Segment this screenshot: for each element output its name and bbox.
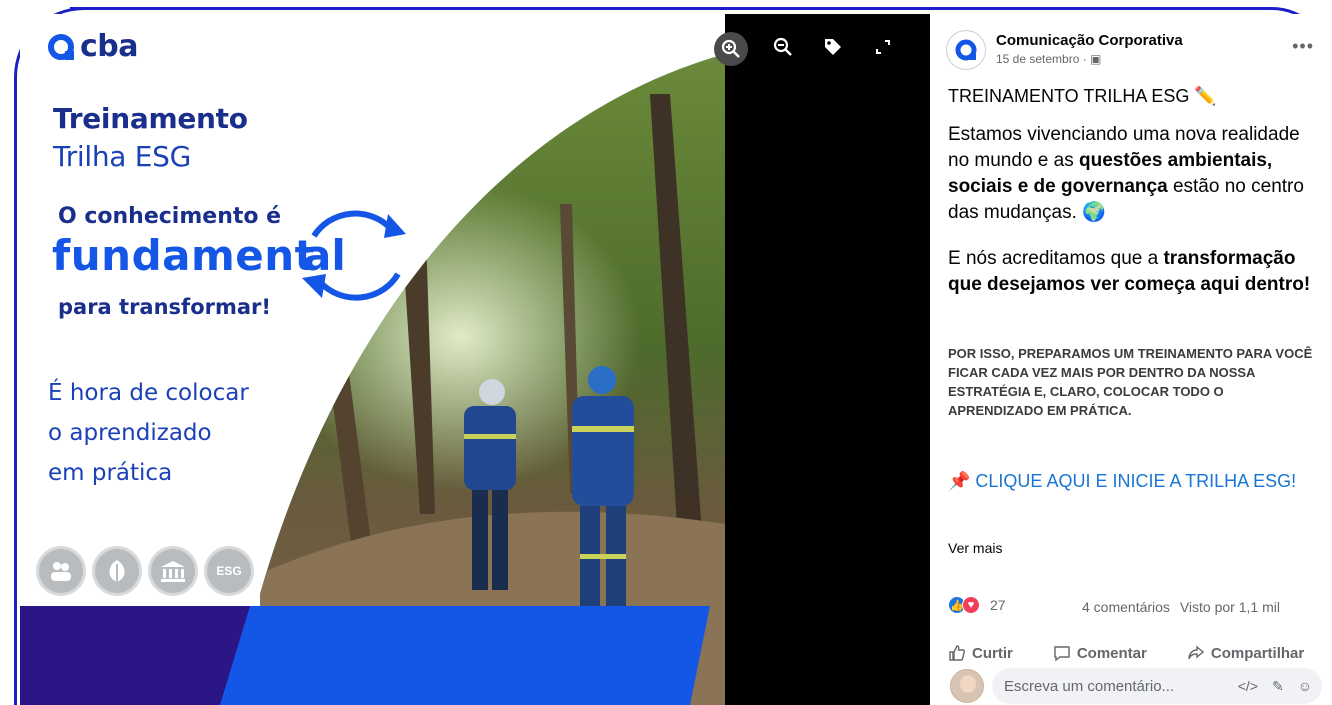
comments-count-link[interactable]: 4 comentários [1082, 599, 1170, 615]
comment-composer: Escreva um comentário... </> ✎ ☺ [950, 668, 1322, 704]
post-title: TREINAMENTO TRILHA ESG ✏️ [948, 86, 1217, 106]
share-icon [1188, 645, 1204, 660]
fullscreen-icon [876, 40, 890, 54]
post-meta: 15 de setembro · ▣ [996, 52, 1183, 66]
like-label: Curtir [972, 644, 1013, 662]
zoom-in-button[interactable] [714, 32, 748, 66]
like-button[interactable]: Curtir [948, 644, 1013, 662]
slogan-line-3: para transformar! [58, 295, 271, 319]
leaf-icon [92, 546, 142, 596]
engagement-counts: 4 comentários Visto por 1,1 mil [1082, 599, 1280, 615]
code-icon[interactable]: </> [1238, 678, 1258, 695]
company-icon: ▣ [1090, 52, 1102, 66]
thumbs-up-icon [949, 645, 965, 661]
image-body-line: o aprendizado [48, 420, 212, 446]
blue-band [220, 606, 710, 705]
image-body-line: em prática [48, 460, 173, 486]
comment-placeholder: Escreva um comentário... [1004, 677, 1175, 695]
comment-button[interactable]: Comentar [1053, 644, 1147, 662]
photo-viewer: cba Treinamento Trilha ESG O conheciment… [20, 14, 930, 705]
zoom-in-icon [721, 39, 740, 58]
tag-icon [825, 39, 841, 55]
emoji-icon[interactable]: ☺ [1298, 678, 1312, 695]
comment-icon [1054, 646, 1070, 662]
share-button[interactable]: Compartilhar [1187, 644, 1304, 662]
slogan-line-1: O conhecimento é [58, 204, 282, 229]
cycle-arrows-icon [302, 210, 406, 301]
more-options-icon[interactable]: ••• [1292, 36, 1314, 57]
post-panel: Comunicação Corporativa 15 de setembro ·… [930, 14, 1332, 705]
user-avatar[interactable] [950, 669, 984, 703]
share-label: Compartilhar [1210, 644, 1305, 662]
esg-pillars: ESG [36, 546, 254, 596]
comment-label: Comentar [1076, 644, 1147, 662]
cba-logo-icon [48, 33, 74, 60]
cba-logo-icon [955, 39, 977, 61]
meta-separator: · [1082, 52, 1091, 66]
people-icon [36, 546, 86, 596]
post-paragraph-2: E nós acreditamos que a transformação qu… [948, 246, 1326, 298]
composer-icons: </> ✎ ☺ [1238, 678, 1312, 695]
image-body-line: É hora de colocar [48, 380, 249, 406]
page-avatar[interactable] [946, 30, 986, 70]
post-paragraph-3: POR ISSO, PREPARAMOS UM TREINAMENTO PARA… [948, 346, 1313, 418]
reaction-count: 27 [990, 597, 1006, 613]
image-subheading: Trilha ESG [53, 140, 192, 173]
brand-name: cba [80, 29, 139, 64]
post-date[interactable]: 15 de setembro [996, 52, 1079, 66]
love-reaction-icon: ♥ [962, 596, 980, 614]
post-header: Comunicação Corporativa 15 de setembro ·… [946, 30, 1183, 70]
page-name-link[interactable]: Comunicação Corporativa [996, 32, 1183, 49]
fullscreen-button[interactable] [858, 32, 908, 62]
tag-button[interactable] [808, 32, 858, 62]
esg-icon: ESG [204, 546, 254, 596]
zoom-out-icon [773, 37, 792, 56]
paperclip-icon[interactable]: ✎ [1272, 678, 1284, 695]
viewer-toolbar [714, 32, 908, 66]
reactions-summary[interactable]: 👍 ♥ 27 [948, 596, 1006, 614]
post-actions: Curtir Comentar Compartilhar [948, 644, 1332, 662]
slogan-line-2: fundament [52, 231, 316, 280]
p2-text: E nós acreditamos que a [948, 248, 1164, 269]
comment-input[interactable]: Escreva um comentário... </> ✎ ☺ [992, 668, 1322, 704]
views-count: Visto por 1,1 mil [1179, 599, 1280, 615]
institution-icon [148, 546, 198, 596]
cta-link[interactable]: 📌 CLIQUE AQUI E INICIE A TRILHA ESG! [948, 469, 1318, 493]
post-image: cba Treinamento Trilha ESG O conheciment… [20, 14, 725, 705]
frame-line [70, 7, 1270, 10]
image-heading: Treinamento [53, 102, 248, 135]
post-paragraph-1: Estamos vivenciando uma nova realidade n… [948, 122, 1326, 226]
see-more-link[interactable]: Ver mais [948, 540, 1002, 556]
brand-logo: cba [48, 29, 139, 64]
zoom-out-button[interactable] [758, 32, 808, 62]
image-body-text: É hora de colocar o aprendizado em práti… [48, 373, 249, 493]
